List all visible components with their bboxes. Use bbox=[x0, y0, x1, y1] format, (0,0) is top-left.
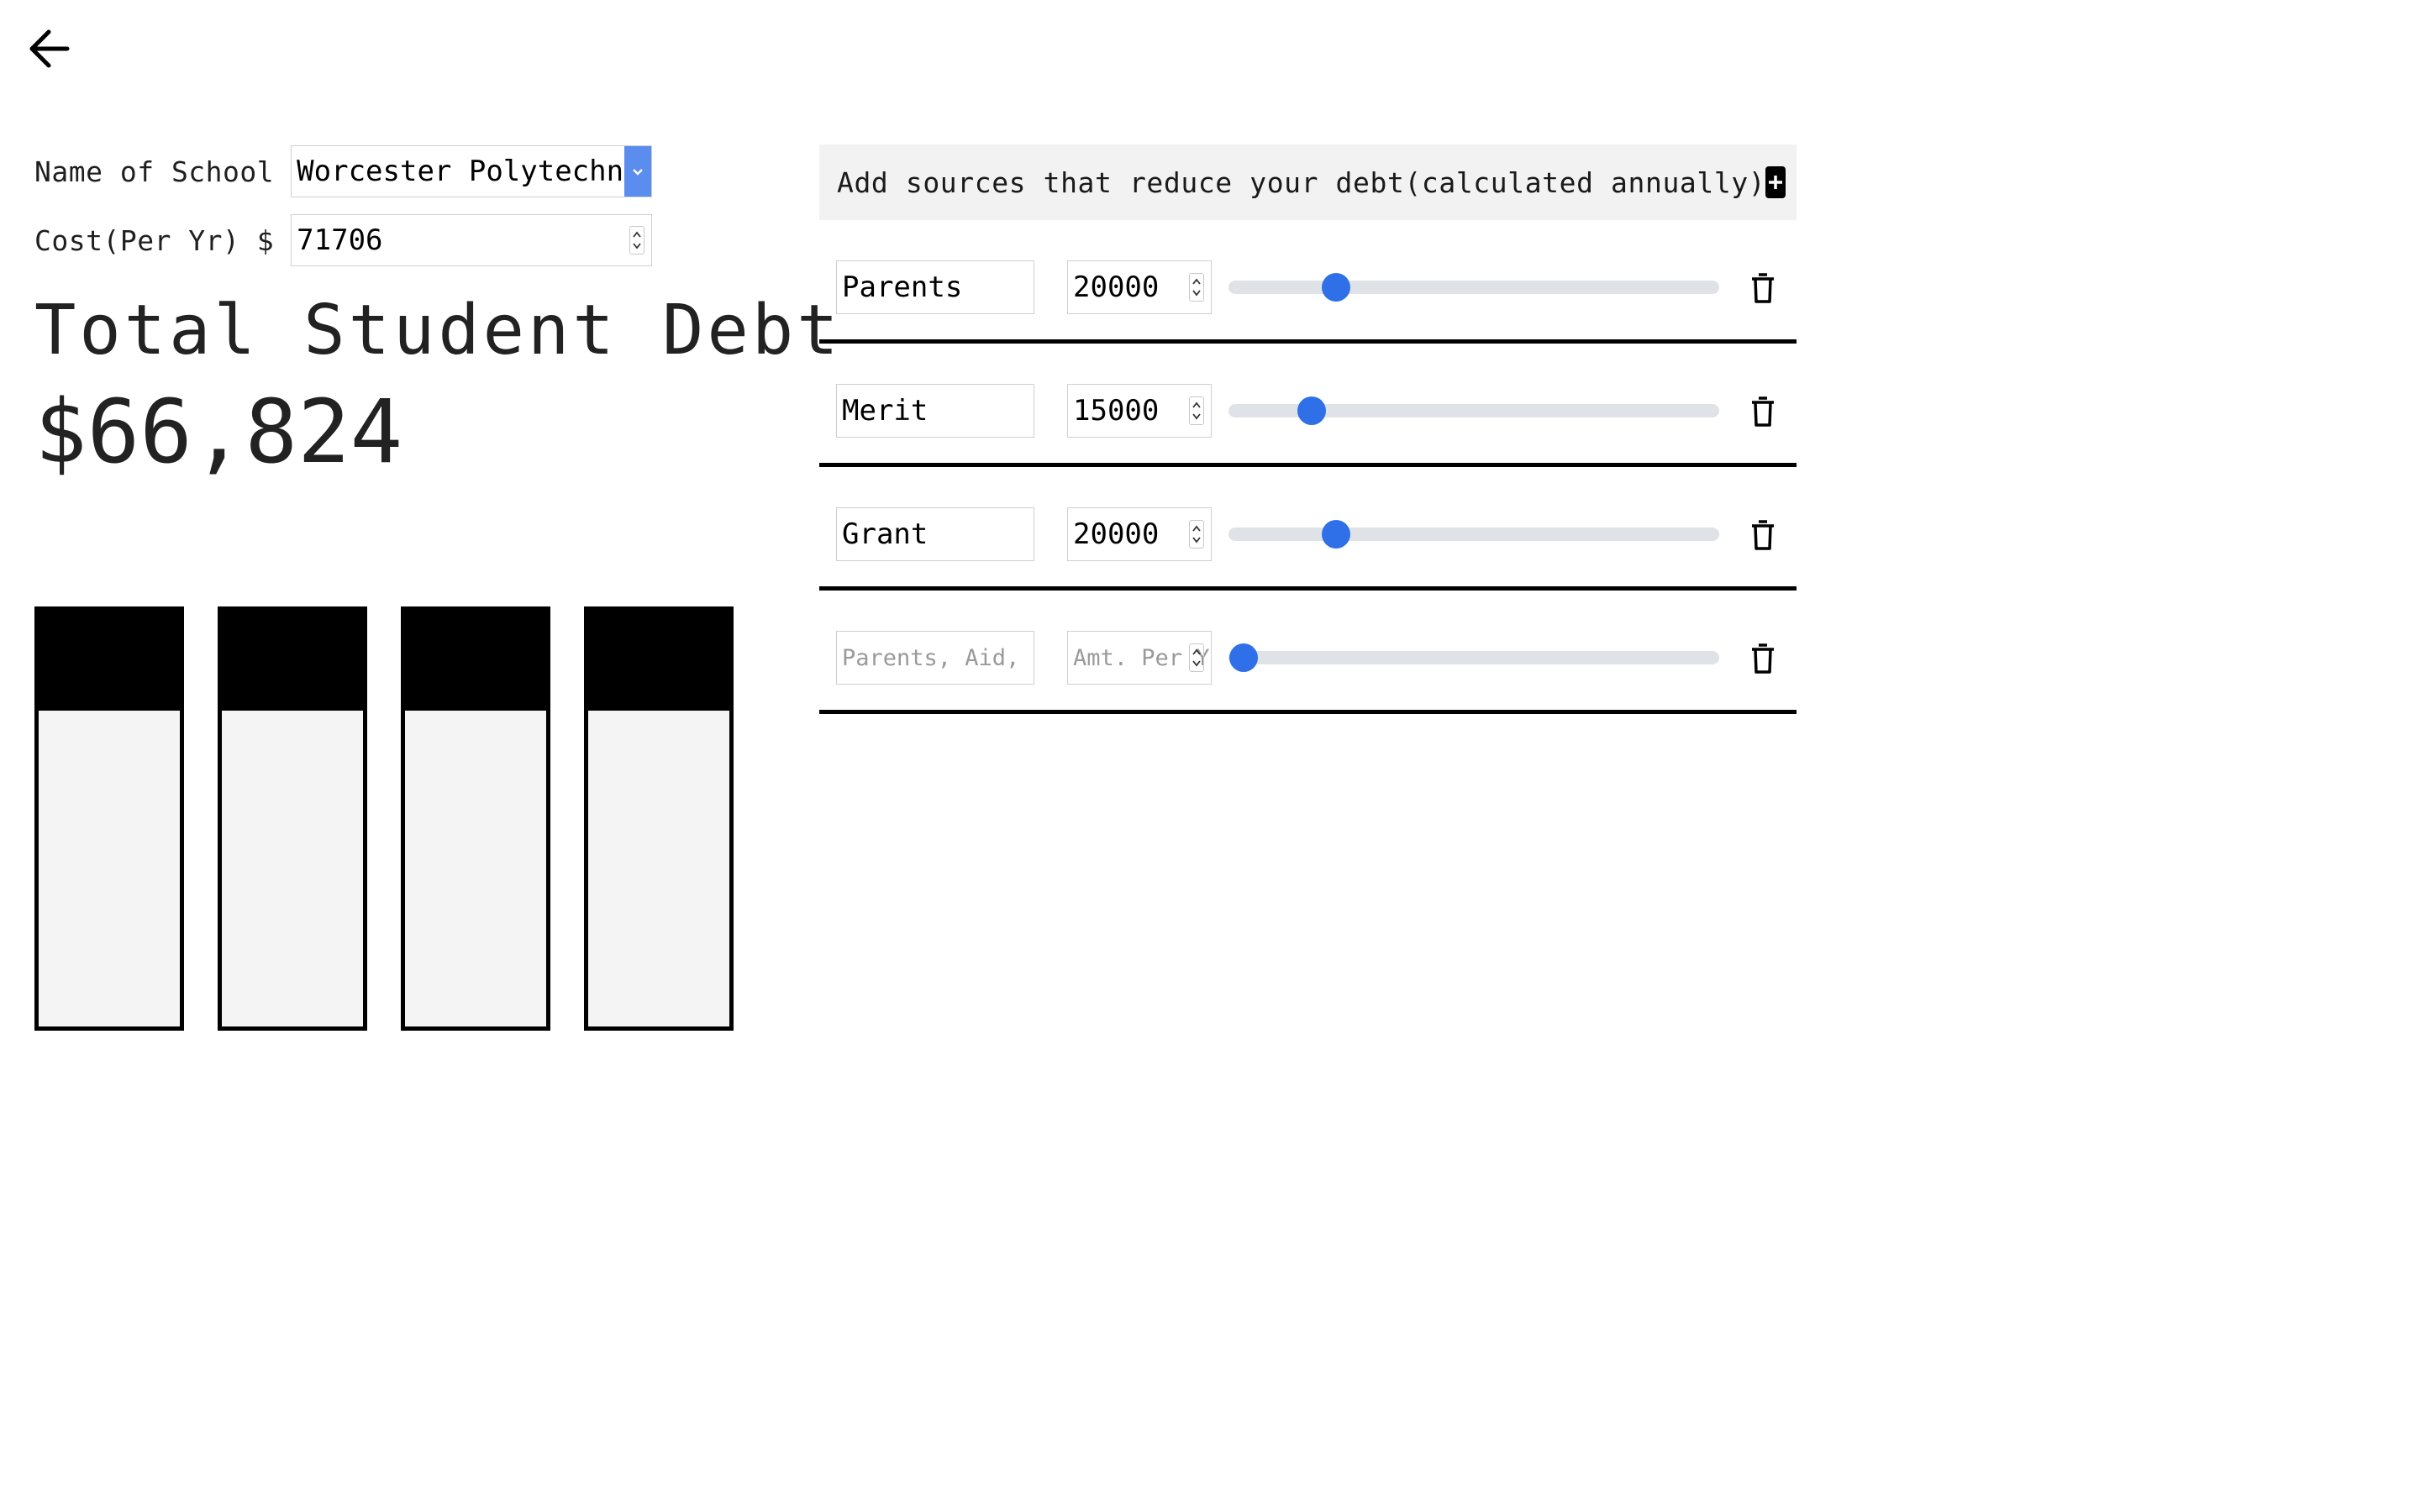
source-amount-value: 15000 bbox=[1073, 394, 1160, 428]
year-bar-2 bbox=[218, 606, 367, 1031]
delete-source-button[interactable] bbox=[1749, 517, 1777, 553]
slider-thumb[interactable] bbox=[1297, 396, 1327, 425]
cost-stepper[interactable] bbox=[629, 226, 645, 255]
slider-thumb[interactable] bbox=[1322, 273, 1351, 302]
sources-panel: Add sources that reduce your debt(calcul… bbox=[819, 144, 1797, 714]
school-name-label: Name of School bbox=[34, 155, 275, 188]
amount-stepper[interactable] bbox=[1189, 273, 1204, 302]
trash-icon bbox=[1752, 520, 1774, 550]
source-slider[interactable] bbox=[1228, 273, 1719, 302]
select-dropdown-button[interactable] bbox=[624, 146, 652, 197]
school-select[interactable]: Worcester Polytechnic Institute bbox=[291, 145, 653, 197]
delete-source-button[interactable] bbox=[1749, 270, 1777, 306]
back-button[interactable] bbox=[24, 24, 74, 74]
amount-stepper[interactable] bbox=[1189, 396, 1204, 425]
trash-icon bbox=[1752, 396, 1774, 427]
slider-thumb[interactable] bbox=[1228, 643, 1258, 672]
bar-fill bbox=[588, 611, 729, 711]
cost-label: Cost(Per Yr) $ bbox=[34, 223, 275, 257]
cost-value: 71706 bbox=[297, 223, 383, 257]
source-name-input[interactable]: Parents, Aid, ... bbox=[836, 631, 1034, 685]
year-bar-1 bbox=[34, 606, 184, 1031]
total-debt-amount: $66,824 bbox=[34, 381, 403, 483]
source-row: Grant 20000 bbox=[819, 467, 1797, 591]
source-row: Parents, Aid, ... Amt. Per Yr bbox=[819, 591, 1797, 714]
source-slider[interactable] bbox=[1228, 643, 1719, 672]
source-slider[interactable] bbox=[1228, 396, 1719, 425]
delete-source-button[interactable] bbox=[1749, 394, 1777, 429]
source-row: Parents 20000 bbox=[819, 220, 1797, 344]
trash-icon bbox=[1752, 273, 1774, 303]
sources-header: Add sources that reduce your debt(calcul… bbox=[819, 144, 1797, 220]
add-source-button[interactable] bbox=[1765, 166, 1786, 198]
school-panel: Name of School Worcester Polytechnic Ins… bbox=[34, 144, 842, 483]
stepper-arrows-icon bbox=[1192, 648, 1201, 667]
source-name-placeholder: Parents, Aid, ... bbox=[842, 644, 1034, 671]
delete-source-button[interactable] bbox=[1749, 641, 1777, 676]
bar-fill bbox=[222, 611, 363, 711]
plus-square-icon bbox=[1769, 176, 1783, 189]
debt-bars bbox=[34, 606, 734, 1031]
year-bar-4 bbox=[584, 606, 734, 1031]
chevron-down-icon bbox=[633, 169, 644, 176]
source-amount-value: 20000 bbox=[1073, 270, 1160, 304]
bar-fill bbox=[405, 611, 546, 711]
stepper-arrows-icon bbox=[1192, 525, 1201, 543]
stepper-arrows-icon bbox=[1192, 402, 1201, 420]
source-name-input[interactable]: Merit bbox=[836, 384, 1034, 438]
source-amount-input[interactable]: 20000 bbox=[1067, 260, 1212, 314]
source-slider[interactable] bbox=[1228, 520, 1719, 549]
school-name-row: Name of School Worcester Polytechnic Ins… bbox=[34, 144, 791, 198]
source-name-input[interactable]: Parents bbox=[836, 260, 1034, 314]
year-bar-3 bbox=[401, 606, 550, 1031]
stepper-arrows-icon bbox=[1192, 278, 1201, 297]
cost-input[interactable]: 71706 bbox=[291, 214, 653, 266]
source-amount-input[interactable]: Amt. Per Yr bbox=[1067, 631, 1212, 685]
arrow-left-icon bbox=[29, 29, 70, 68]
bar-fill bbox=[39, 611, 180, 711]
school-select-value: Worcester Polytechnic Institute bbox=[297, 155, 624, 188]
total-debt-title: Total Student Debt bbox=[34, 291, 842, 370]
source-name-input[interactable]: Grant bbox=[836, 507, 1034, 561]
amount-stepper[interactable] bbox=[1189, 643, 1204, 672]
stepper-arrows-icon bbox=[633, 231, 641, 249]
cost-row: Cost(Per Yr) $ 71706 bbox=[34, 213, 791, 267]
source-amount-input[interactable]: 15000 bbox=[1067, 384, 1212, 438]
source-amount-value: 20000 bbox=[1073, 517, 1160, 551]
source-amount-input[interactable]: 20000 bbox=[1067, 507, 1212, 561]
slider-thumb[interactable] bbox=[1322, 520, 1351, 549]
trash-icon bbox=[1752, 643, 1774, 674]
sources-header-text: Add sources that reduce your debt(calcul… bbox=[837, 165, 1766, 199]
amount-stepper[interactable] bbox=[1189, 520, 1204, 549]
source-row: Merit 15000 bbox=[819, 344, 1797, 467]
